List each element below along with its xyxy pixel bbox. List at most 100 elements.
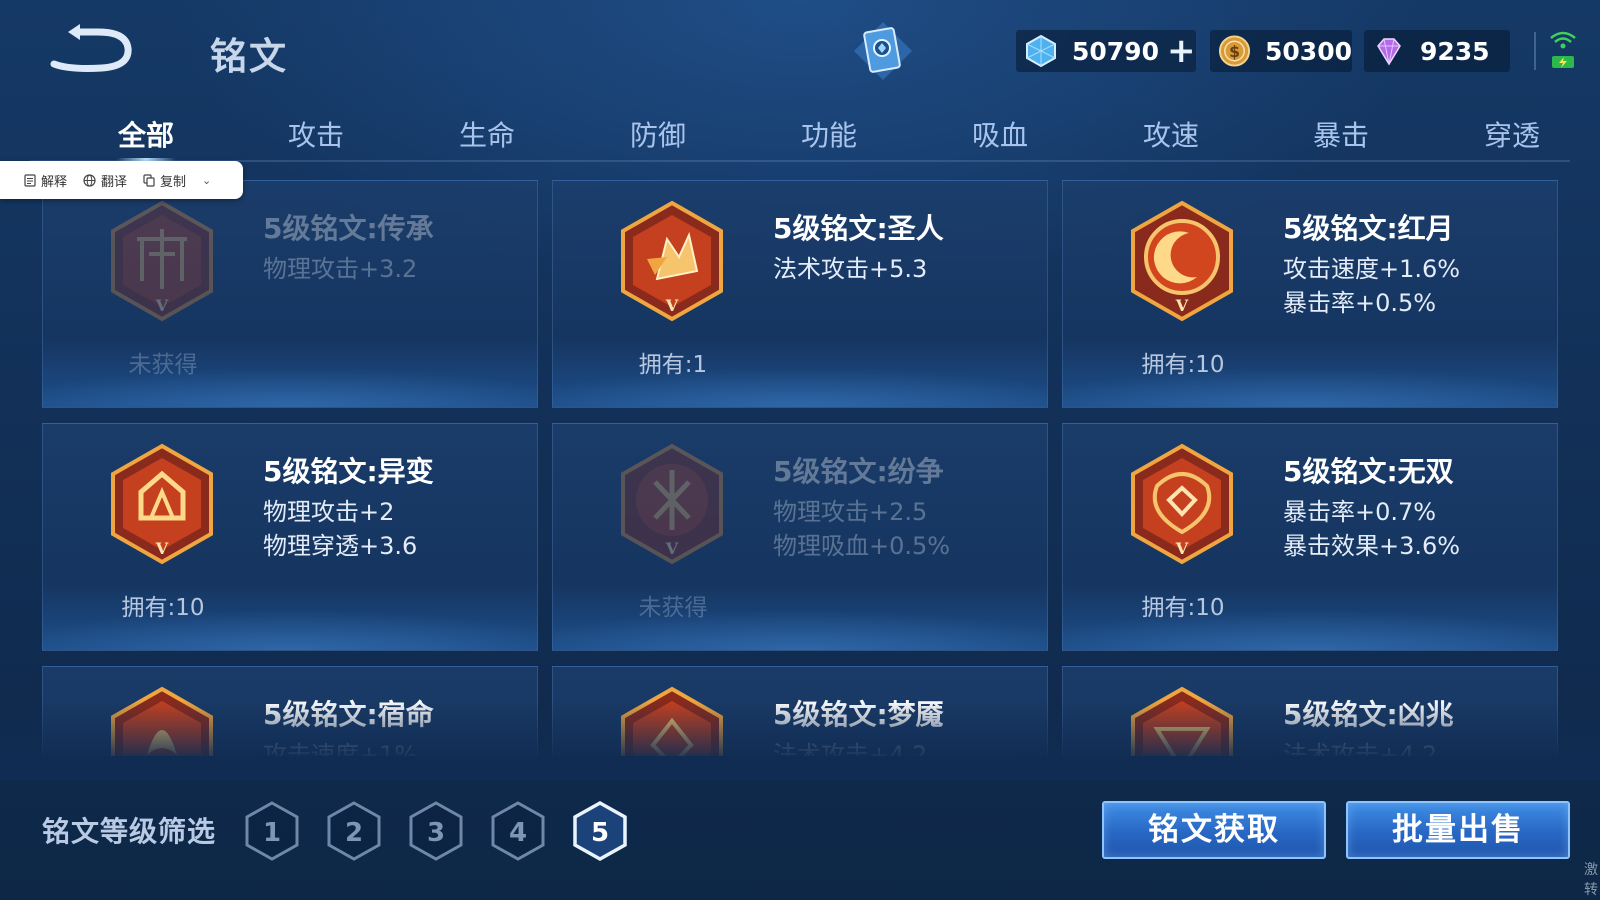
inscription-book-icon[interactable]	[852, 20, 914, 82]
tab-attack-speed[interactable]: 攻速	[1111, 114, 1231, 154]
inscription-stat: 法术攻击+5.3	[773, 255, 928, 283]
inscription-stat: 暴击效果+3.6%	[1283, 532, 1461, 560]
copy-button[interactable]: 复制	[143, 171, 186, 190]
inscription-card[interactable]: V 5级铭文:传承 物理攻击+3.2 未获得	[42, 180, 538, 408]
svg-text:V: V	[155, 539, 169, 558]
level-filter-4[interactable]: 4	[490, 800, 546, 862]
svg-text:V: V	[665, 296, 679, 315]
inscription-card[interactable]: V 5级铭文:纷争 物理攻击+2.5 物理吸血+0.5% 未获得	[552, 423, 1048, 651]
tab-defense[interactable]: 防御	[598, 114, 718, 154]
svg-text:V: V	[1175, 539, 1189, 558]
owned-count: 未获得	[638, 595, 708, 621]
gem-value: 50790	[1072, 36, 1159, 66]
tab-attack[interactable]: 攻击	[256, 114, 376, 154]
inscription-name: 5级铭文:凶兆	[1283, 698, 1454, 731]
level-number: 4	[509, 818, 527, 848]
inscription-stat: 法术攻击+4.2	[1283, 741, 1438, 756]
batch-sell-button[interactable]: 批量出售	[1346, 801, 1570, 859]
inscription-stat: 攻击速度+1.6%	[1283, 255, 1461, 283]
inscription-name: 5级铭文:梦魇	[773, 698, 944, 731]
inscription-emblem-icon	[621, 686, 723, 756]
gem-currency: 50790 +	[1016, 30, 1196, 72]
inscription-emblem-icon: V	[621, 443, 723, 565]
inscription-name: 5级铭文:无双	[1283, 455, 1454, 488]
svg-text:V: V	[665, 539, 679, 558]
tab-crit[interactable]: 暴击	[1281, 114, 1401, 154]
level-filter-5[interactable]: 5	[572, 800, 628, 862]
inscription-stat: 暴击率+0.7%	[1283, 498, 1437, 526]
inscription-emblem-icon: V	[1131, 443, 1233, 565]
inscription-name: 5级铭文:宿命	[263, 698, 434, 731]
corner-watermark-text: 激转	[1584, 862, 1598, 898]
translate-button[interactable]: 翻译	[83, 171, 127, 190]
inscription-card[interactable]: V 5级铭文:圣人 法术攻击+5.3 拥有:1	[552, 180, 1048, 408]
explain-button[interactable]: 解释	[24, 171, 67, 190]
inscription-stat: 攻击速度+1%	[263, 741, 418, 756]
page-title: 铭文	[210, 35, 288, 78]
inscription-card[interactable]: V 5级铭文:红月 攻击速度+1.6% 暴击率+0.5% 拥有:10	[1062, 180, 1558, 408]
svg-text:V: V	[1175, 296, 1189, 315]
inscription-card[interactable]: V 5级铭文:异变 物理攻击+2 物理穿透+3.6 拥有:10	[42, 423, 538, 651]
inscription-stat: 物理攻击+3.2	[263, 255, 418, 283]
inscription-name: 5级铭文:异变	[263, 455, 434, 488]
inscription-name: 5级铭文:纷争	[773, 455, 944, 488]
inscription-emblem-icon	[1131, 686, 1233, 756]
tab-function[interactable]: 功能	[769, 114, 889, 154]
inscription-emblem-icon: V	[111, 443, 213, 565]
gold-coin-icon: $	[1218, 35, 1251, 67]
back-arrow-icon[interactable]	[50, 24, 134, 72]
owned-count: 拥有:10	[1141, 595, 1225, 621]
translate-label: 翻译	[101, 174, 128, 190]
level-number: 1	[263, 818, 281, 848]
inscription-name: 5级铭文:圣人	[773, 212, 944, 245]
level-filter-2[interactable]: 2	[326, 800, 382, 862]
tab-all[interactable]: 全部	[86, 114, 206, 154]
add-currency-button[interactable]: +	[1167, 34, 1196, 68]
blue-crystal-icon	[1026, 34, 1056, 68]
inscription-card[interactable]: 5级铭文:凶兆 法术攻击+4.2	[1062, 666, 1558, 756]
diamond-currency: 9235	[1364, 30, 1510, 72]
level-number: 3	[427, 818, 445, 848]
level-filter-1[interactable]: 1	[244, 800, 300, 862]
inscription-emblem-icon: V	[621, 200, 723, 322]
level-filter-label: 铭文等级筛选	[42, 815, 217, 848]
globe-icon	[83, 173, 96, 187]
category-tabs: 全部 攻击 生命 防御 功能 吸血 攻速 暴击 穿透	[30, 108, 1570, 162]
svg-text:V: V	[155, 296, 169, 315]
level-number: 5	[591, 818, 609, 848]
inscription-emblem-icon: V	[111, 200, 213, 322]
level-number: 2	[345, 818, 363, 848]
gold-value: 50300	[1265, 36, 1352, 66]
wifi-battery-icon	[1550, 31, 1576, 68]
inscription-name: 5级铭文:红月	[1283, 212, 1454, 245]
inscription-emblem-icon: V	[1131, 200, 1233, 322]
inscription-card[interactable]: 5级铭文:梦魇 法术攻击+4.2	[552, 666, 1048, 756]
inscription-card[interactable]: V 5级铭文:无双 暴击率+0.7% 暴击效果+3.6% 拥有:10	[1062, 423, 1558, 651]
inscription-card[interactable]: 5级铭文:宿命 攻击速度+1%	[42, 666, 538, 756]
inscription-stat: 物理攻击+2	[263, 498, 395, 526]
tab-lifesteal[interactable]: 吸血	[940, 114, 1060, 154]
diamond-value: 9235	[1420, 36, 1490, 66]
owned-count: 拥有:1	[638, 352, 708, 378]
inscription-stat: 物理穿透+3.6	[263, 532, 418, 560]
inscription-name: 5级铭文:传承	[263, 212, 434, 245]
copy-icon	[143, 173, 155, 187]
chevron-down-icon[interactable]: ⌄	[202, 174, 211, 187]
text-selection-menu: 解释 翻译 复制 ⌄	[0, 161, 243, 199]
svg-text:$: $	[1229, 43, 1240, 61]
inscription-stat: 物理攻击+2.5	[773, 498, 928, 526]
owned-count: 未获得	[128, 352, 198, 378]
inscription-stat: 暴击率+0.5%	[1283, 289, 1437, 317]
gold-currency: $ 50300	[1210, 30, 1352, 72]
level-filter-3[interactable]: 3	[408, 800, 464, 862]
owned-count: 拥有:10	[1141, 352, 1225, 378]
get-inscription-button[interactable]: 铭文获取	[1102, 801, 1326, 859]
inscription-stat: 物理吸血+0.5%	[773, 532, 951, 560]
tab-health[interactable]: 生命	[427, 114, 547, 154]
explain-label: 解释	[41, 174, 68, 190]
inscription-emblem-icon	[111, 686, 213, 756]
copy-label: 复制	[160, 174, 187, 190]
tab-penetration[interactable]: 穿透	[1452, 114, 1572, 154]
inscription-grid: V 5级铭文:传承 物理攻击+3.2 未获得 V 5级铭文:圣人 法术攻击+5.…	[0, 180, 1600, 756]
purple-diamond-icon	[1377, 38, 1401, 66]
